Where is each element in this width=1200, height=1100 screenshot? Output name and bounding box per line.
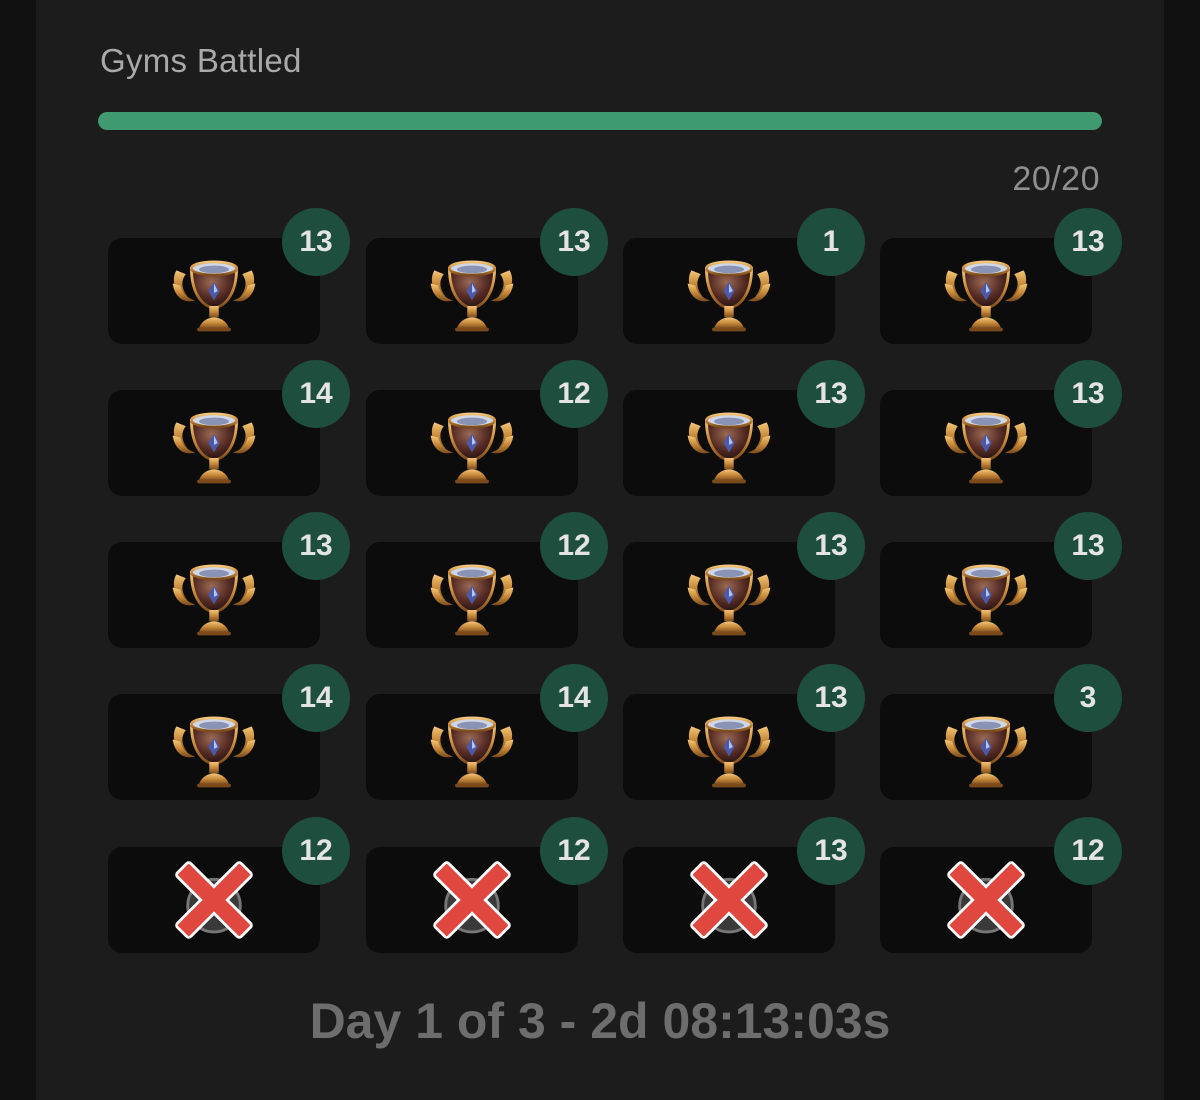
battle-count-badge: 1 (797, 208, 865, 276)
battle-count-badge: 12 (282, 817, 350, 885)
trophy-icon (425, 244, 519, 338)
red-x-icon (425, 853, 519, 947)
trophy-icon (682, 244, 776, 338)
trophy-icon (682, 396, 776, 490)
trophy-icon (939, 548, 1033, 642)
red-x-icon (939, 853, 1033, 947)
trophy-icon (939, 396, 1033, 490)
battle-count-badge: 13 (282, 208, 350, 276)
battle-count-badge: 13 (540, 208, 608, 276)
trophy-icon (425, 396, 519, 490)
trophy-icon (682, 700, 776, 794)
trophy-icon (939, 244, 1033, 338)
battle-count-badge: 12 (540, 512, 608, 580)
battle-count-badge: 3 (1054, 664, 1122, 732)
battle-count-badge: 14 (282, 664, 350, 732)
trophy-icon (167, 244, 261, 338)
battle-count-badge: 14 (540, 664, 608, 732)
battle-count-badge: 12 (540, 817, 608, 885)
trophy-icon (167, 548, 261, 642)
battle-count-badge: 13 (1054, 360, 1122, 428)
battle-count-badge: 13 (1054, 512, 1122, 580)
gym-grid: 13 13 1 13 14 12 13 13 13 12 13 13 14 14… (0, 0, 1200, 1100)
trophy-icon (939, 700, 1033, 794)
battle-count-badge: 13 (797, 512, 865, 580)
battle-count-badge: 13 (1054, 208, 1122, 276)
red-x-icon (167, 853, 261, 947)
red-x-icon (682, 853, 776, 947)
trophy-icon (425, 548, 519, 642)
battle-count-badge: 13 (797, 664, 865, 732)
battle-count-badge: 12 (540, 360, 608, 428)
battle-count-badge: 14 (282, 360, 350, 428)
event-timer: Day 1 of 3 - 2d 08:13:03s (309, 993, 891, 1049)
battle-count-badge: 12 (1054, 817, 1122, 885)
trophy-icon (425, 700, 519, 794)
battle-count-badge: 13 (282, 512, 350, 580)
battle-count-badge: 13 (797, 360, 865, 428)
trophy-icon (167, 396, 261, 490)
trophy-icon (167, 700, 261, 794)
battle-count-badge: 13 (797, 817, 865, 885)
trophy-icon (682, 548, 776, 642)
